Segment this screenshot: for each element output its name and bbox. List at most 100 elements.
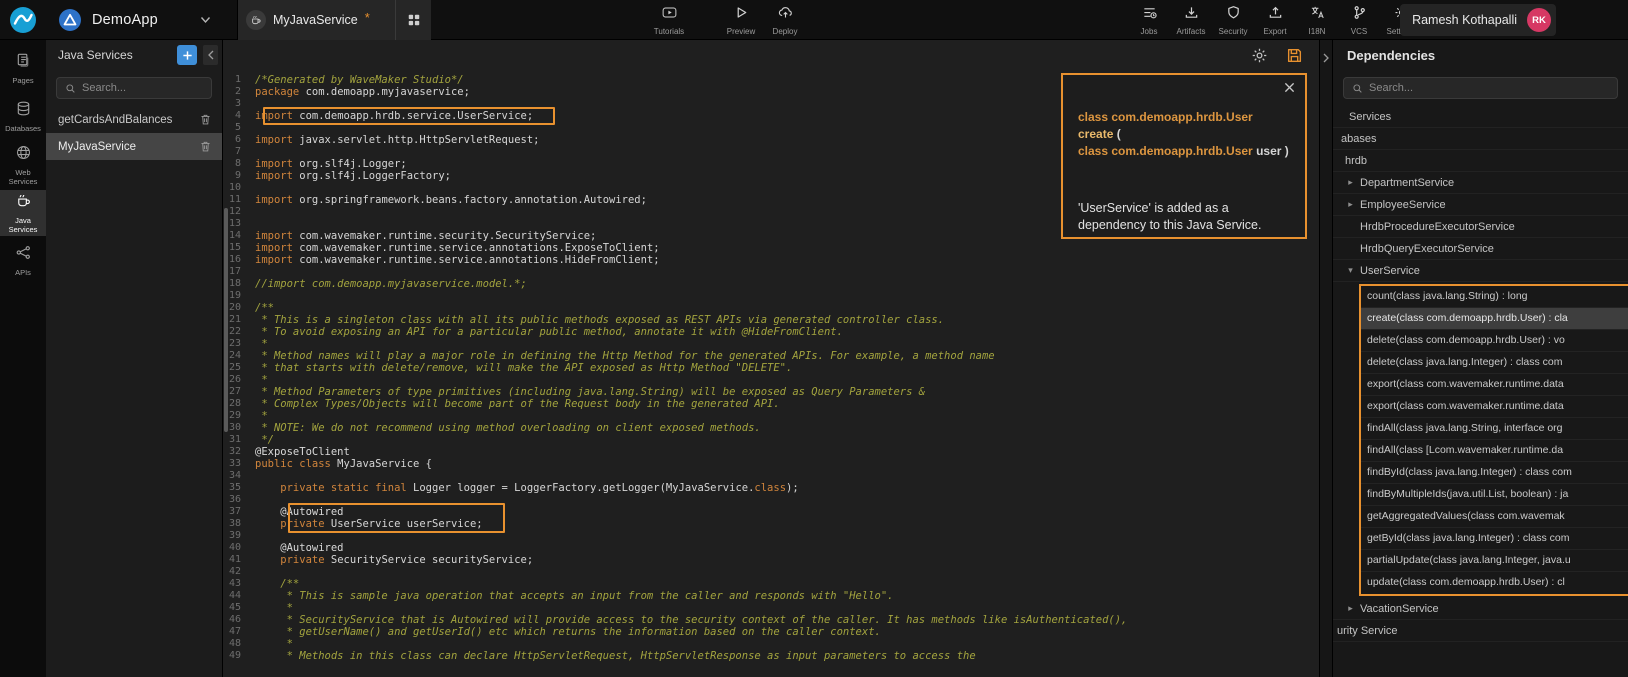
line-number: 45 xyxy=(223,602,255,614)
panel-title: Java Services xyxy=(58,48,171,62)
collapse-panel-button[interactable] xyxy=(203,45,218,65)
line-number: 49 xyxy=(223,650,255,662)
export-icon xyxy=(1268,5,1283,25)
expand-panel-button[interactable] xyxy=(1322,53,1330,63)
tool-export-button[interactable]: Export xyxy=(1256,0,1294,40)
tool-label: Jobs xyxy=(1141,27,1158,36)
pages-icon xyxy=(15,52,32,74)
rail-item-web-services[interactable]: Web Services xyxy=(0,142,46,188)
line-number: 7 xyxy=(223,146,255,158)
user-menu[interactable]: Ramesh Kothapalli RK xyxy=(1400,4,1556,36)
tree-item-label: VacationService xyxy=(1360,603,1439,615)
line-number: 44 xyxy=(223,590,255,602)
editor-settings-button[interactable] xyxy=(1251,47,1268,64)
user-name: Ramesh Kothapalli xyxy=(1412,13,1517,27)
method-item[interactable]: count(class java.lang.String) : long xyxy=(1361,286,1628,308)
tool-security-button[interactable]: Security xyxy=(1214,0,1252,40)
code-text: * This is sample java operation that acc… xyxy=(255,590,893,602)
code-text: /** xyxy=(255,302,274,314)
tool-artifacts-button[interactable]: Artifacts xyxy=(1172,0,1210,40)
tool-deploy-button[interactable]: Deploy xyxy=(766,0,804,40)
code-text: /*Generated by WaveMaker Studio*/ xyxy=(255,74,464,86)
method-item[interactable]: findAll(class [Lcom.wavemaker.runtime.da xyxy=(1361,440,1628,462)
tree-item-label: hrdb xyxy=(1345,155,1367,167)
tool-tutorials-button[interactable]: Tutorials xyxy=(650,0,688,40)
code-line: 36 xyxy=(223,494,1319,506)
method-item[interactable]: export(class com.wavemaker.runtime.data xyxy=(1361,396,1628,418)
rail-item-databases[interactable]: Databases xyxy=(0,94,46,140)
app-root: DemoApp MyJavaService * Tutorials Preview… xyxy=(0,0,1628,677)
trash-icon[interactable] xyxy=(199,113,212,126)
tree-item-vacationservice[interactable]: ▸VacationService xyxy=(1333,598,1628,620)
code-line: 25 * that starts with delete/remove, wil… xyxy=(223,362,1319,374)
code-text: * that starts with delete/remove, will m… xyxy=(255,362,792,374)
apps-grid-button[interactable] xyxy=(395,0,431,40)
code-text: import com.wavemaker.runtime.security.Se… xyxy=(255,230,596,242)
method-item[interactable]: export(class com.wavemaker.runtime.data xyxy=(1361,374,1628,396)
method-item[interactable]: update(class com.demoapp.hrdb.User) : cl xyxy=(1361,572,1628,594)
code-text: @ExposeToClient xyxy=(255,446,350,458)
scrollbar-thumb[interactable] xyxy=(224,208,228,432)
method-item[interactable]: delete(class com.demoapp.hrdb.User) : vo xyxy=(1361,330,1628,352)
method-item[interactable]: findByMultipleIds(java.util.List, boolea… xyxy=(1361,484,1628,506)
code-line: 28 * Complex Types/Objects will become p… xyxy=(223,398,1319,410)
code-text: @Autowired xyxy=(255,542,344,554)
tab-myjavaservice[interactable]: MyJavaService * xyxy=(237,0,395,40)
tree-item-label: DepartmentService xyxy=(1360,177,1454,189)
service-item-myjavaservice[interactable]: MyJavaService xyxy=(46,133,222,160)
tree-item-departmentservice[interactable]: ▸ DepartmentService xyxy=(1333,172,1628,194)
method-item[interactable]: getAggregatedValues(class com.wavemak xyxy=(1361,506,1628,528)
tool-vcs-button[interactable]: VCS xyxy=(1340,0,1378,40)
tree-item-employeeservice[interactable]: ▸EmployeeService xyxy=(1333,194,1628,216)
services-search-input[interactable] xyxy=(82,82,203,94)
rail-item-apis[interactable]: APIs xyxy=(0,238,46,284)
tree-item-hrdb[interactable]: hrdb xyxy=(1333,150,1628,172)
code-line: 42 xyxy=(223,566,1319,578)
method-item[interactable]: delete(class java.lang.Integer) : class … xyxy=(1361,352,1628,374)
code-line: 31 */ xyxy=(223,434,1319,446)
brand: DemoApp xyxy=(9,0,211,40)
tree-item-services[interactable]: Services xyxy=(1333,106,1628,128)
line-number: 46 xyxy=(223,614,255,626)
chevron-down-icon[interactable] xyxy=(200,16,211,24)
dependencies-search-input[interactable] xyxy=(1369,82,1609,94)
tool-i18n-button[interactable]: I18N xyxy=(1298,0,1336,40)
tree-item-hrdbqueryexecutorservice[interactable]: HrdbQueryExecutorService xyxy=(1333,238,1628,260)
line-number: 31 xyxy=(223,434,255,446)
tool-preview-button[interactable]: Preview xyxy=(722,0,760,40)
method-item[interactable]: getById(class java.lang.Integer) : class… xyxy=(1361,528,1628,550)
save-button[interactable] xyxy=(1286,47,1303,64)
method-item[interactable]: create(class com.demoapp.hrdb.User) : cl… xyxy=(1361,308,1628,330)
trash-icon[interactable] xyxy=(199,140,212,153)
method-item[interactable]: partialUpdate(class java.lang.Integer, j… xyxy=(1361,550,1628,572)
code-line: 40 @Autowired xyxy=(223,542,1319,554)
add-service-button[interactable] xyxy=(177,45,197,65)
tree-item-abases[interactable]: abases xyxy=(1333,128,1628,150)
close-icon[interactable] xyxy=(1284,82,1295,93)
method-item[interactable]: findById(class java.lang.Integer) : clas… xyxy=(1361,462,1628,484)
code-text: import org.springframework.beans.factory… xyxy=(255,194,647,206)
code-editor[interactable]: 1/*Generated by WaveMaker Studio*/2packa… xyxy=(223,40,1319,677)
tree-item-urity-service[interactable]: urity Service xyxy=(1333,620,1628,642)
code-text: //import com.demoapp.myjavaservice.model… xyxy=(255,278,527,290)
line-number: 37 xyxy=(223,506,255,518)
service-item-getcardsandbalances[interactable]: getCardsAndBalances xyxy=(46,106,222,133)
code-line: 44 * This is sample java operation that … xyxy=(223,590,1319,602)
tool-jobs-button[interactable]: Jobs xyxy=(1130,0,1168,40)
tree-item-userservice[interactable]: ▾UserService xyxy=(1333,260,1628,282)
tool-label: VCS xyxy=(1351,27,1367,36)
chevron-right-icon: ▸ xyxy=(1345,177,1356,188)
signature-line: class com.demoapp.hrdb.User user ) xyxy=(1078,143,1290,160)
method-item[interactable]: findAll(class java.lang.String, interfac… xyxy=(1361,418,1628,440)
line-number: 6 xyxy=(223,134,255,146)
app-logo-icon[interactable] xyxy=(58,8,82,32)
rail-item-pages[interactable]: Pages xyxy=(0,46,46,92)
topbar-right-tools: JobsArtifactsSecurityExportI18NVCSSettin… xyxy=(1130,0,1420,40)
code-line: 43 /** xyxy=(223,578,1319,590)
tree-item-hrdbprocedureexecutorservice[interactable]: HrdbProcedureExecutorService xyxy=(1333,216,1628,238)
code-text: * xyxy=(255,374,268,386)
code-line: 41 private SecurityService securityServi… xyxy=(223,554,1319,566)
rail-item-java-services[interactable]: Java Services xyxy=(0,190,46,236)
line-number: 3 xyxy=(223,98,255,110)
wavemaker-logo-icon[interactable] xyxy=(9,6,37,34)
